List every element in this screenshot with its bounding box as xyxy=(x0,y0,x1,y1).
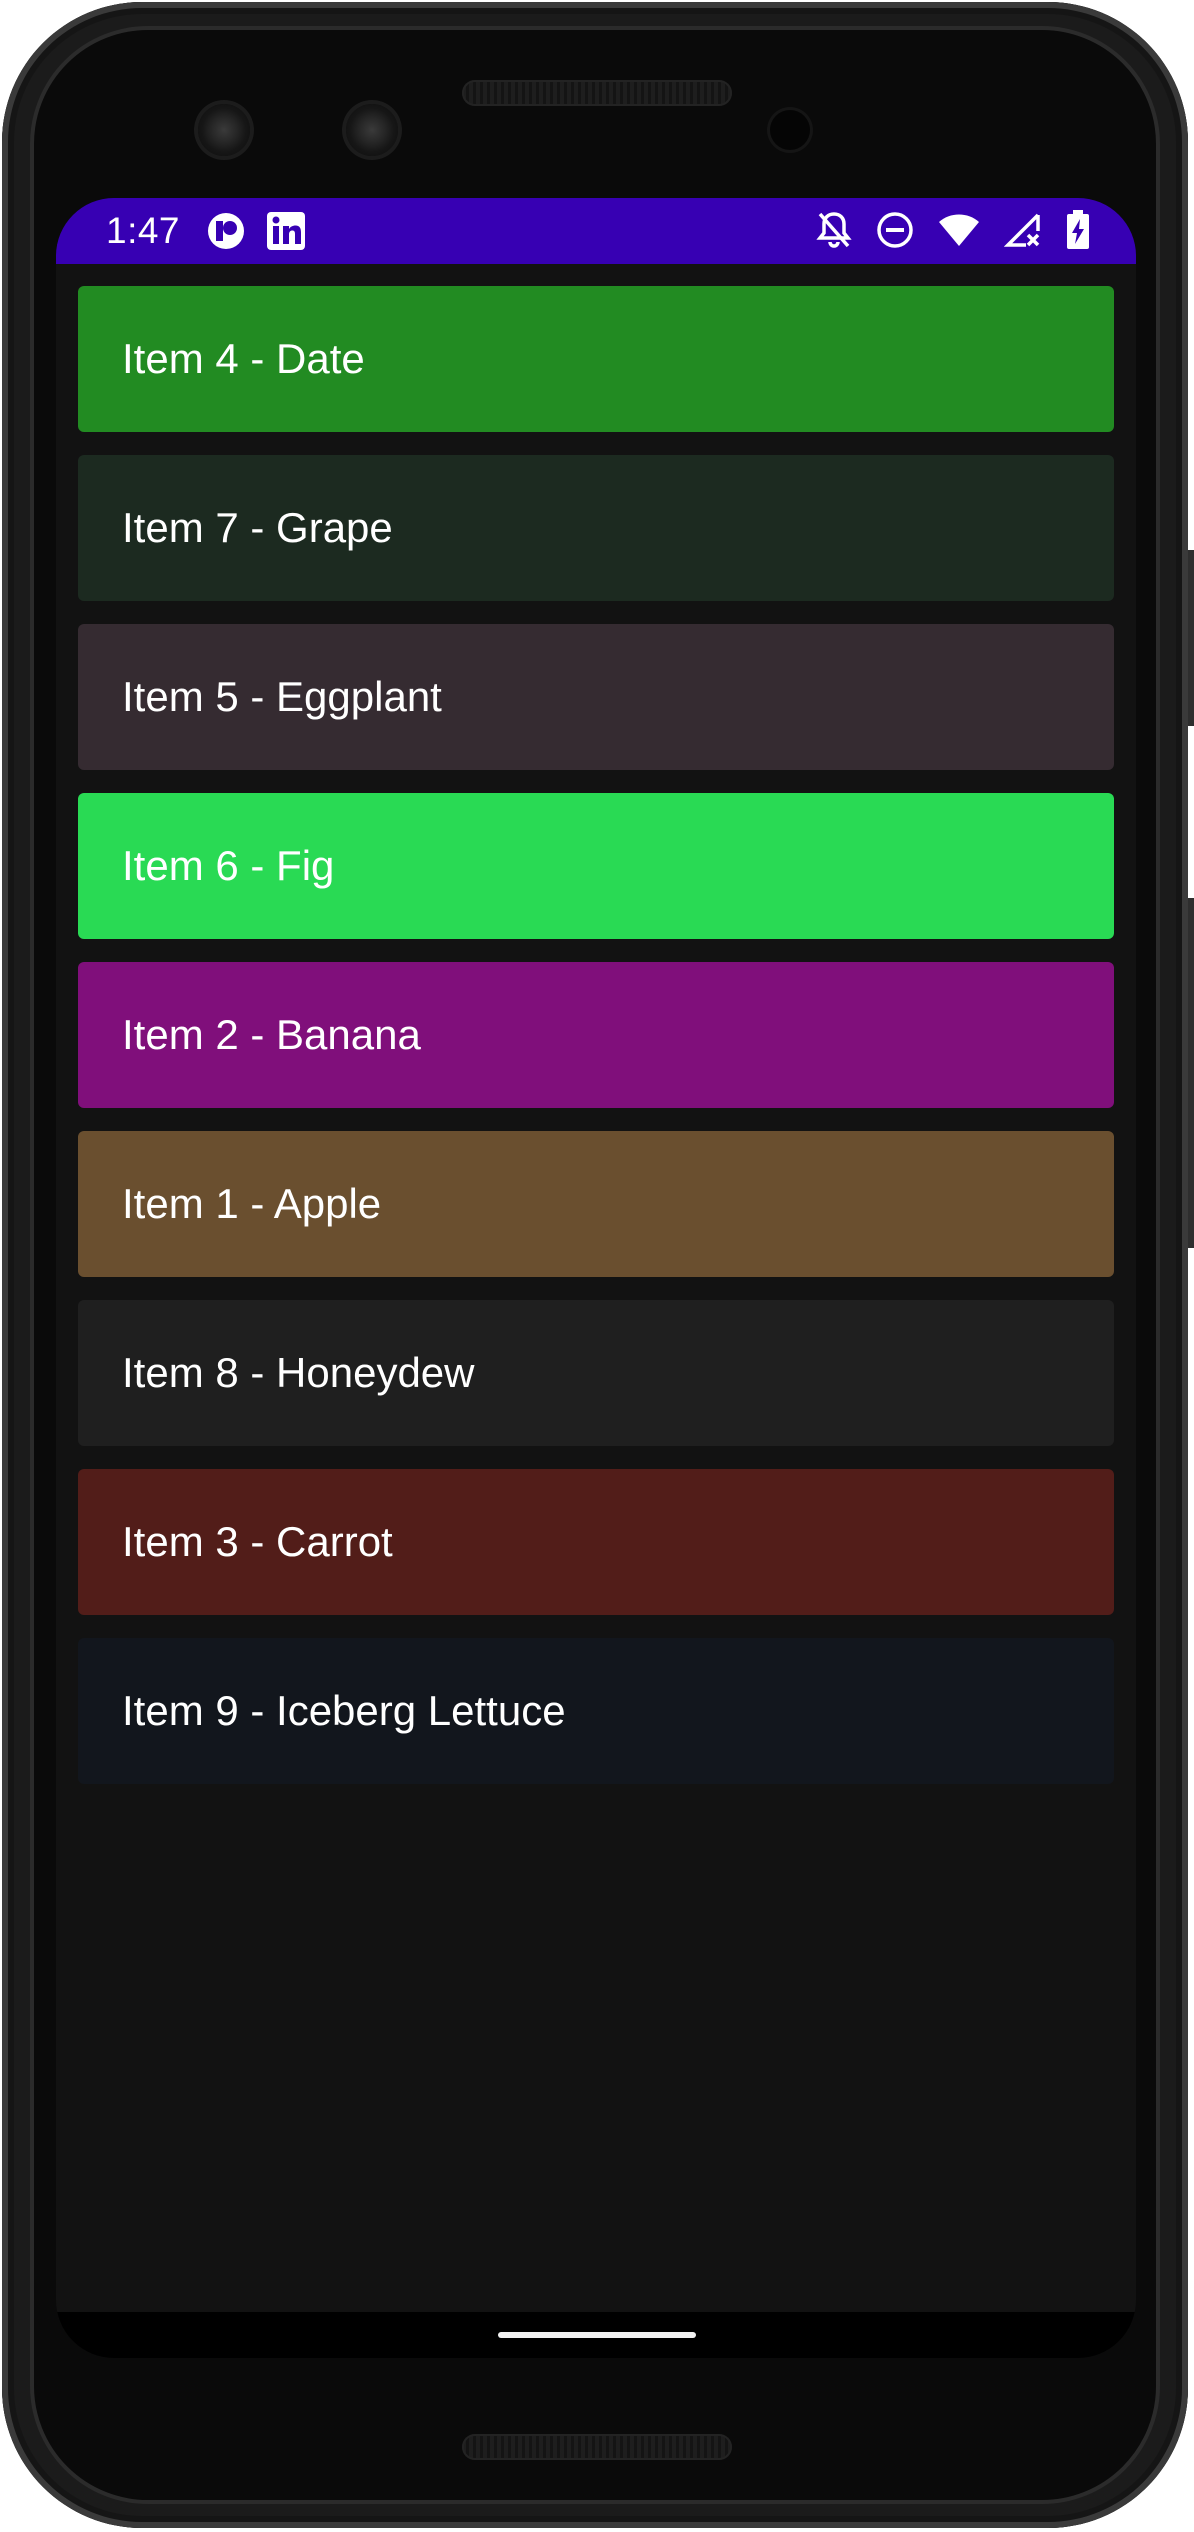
app-screen: 1:47 Item 4 - Date Item 7 - Grape Item 5… xyxy=(56,198,1136,2358)
bottom-speaker xyxy=(462,2434,732,2460)
list-item[interactable]: Item 4 - Date xyxy=(78,286,1114,432)
wifi-icon xyxy=(938,212,980,248)
status-time: 1:47 xyxy=(106,210,181,251)
list-item[interactable]: Item 2 - Banana xyxy=(78,962,1114,1108)
list-item[interactable]: Item 6 - Fig xyxy=(78,793,1114,939)
power-button xyxy=(1188,550,1194,726)
list-item-label: Item 4 - Date xyxy=(122,335,365,382)
status-right-icons xyxy=(816,210,1090,250)
phone-frame: 1:47 Item 4 - Date Item 7 - Grape Item 5… xyxy=(2,2,1194,2528)
no-signal-icon xyxy=(1004,211,1042,249)
volume-button xyxy=(1188,898,1194,1248)
home-indicator[interactable] xyxy=(498,2332,696,2338)
list-item-label: Item 5 - Eggplant xyxy=(122,673,442,720)
list-item[interactable]: Item 1 - Apple xyxy=(78,1131,1114,1277)
proximity-sensor xyxy=(770,110,810,150)
list-item-label: Item 9 - Iceberg Lettuce xyxy=(122,1687,566,1734)
notifications-off-icon xyxy=(816,210,852,250)
list-item-label: Item 8 - Honeydew xyxy=(122,1349,475,1396)
navigation-bar xyxy=(56,2312,1136,2358)
list-item[interactable]: Item 7 - Grape xyxy=(78,455,1114,601)
earpiece-speaker xyxy=(462,80,732,106)
list-item[interactable]: Item 3 - Carrot xyxy=(78,1469,1114,1615)
list-item-label: Item 6 - Fig xyxy=(122,842,335,889)
list-item-label: Item 7 - Grape xyxy=(122,504,393,551)
list-item[interactable]: Item 8 - Honeydew xyxy=(78,1300,1114,1446)
front-camera-icon xyxy=(198,104,250,156)
status-left-icons xyxy=(206,211,306,251)
list-item-label: Item 2 - Banana xyxy=(122,1011,421,1058)
linkedin-icon xyxy=(266,211,306,251)
list-item[interactable]: Item 9 - Iceberg Lettuce xyxy=(78,1638,1114,1784)
app-notification-icon xyxy=(206,211,246,251)
status-bar: 1:47 xyxy=(56,198,1136,264)
do-not-disturb-icon xyxy=(876,211,914,249)
battery-charging-icon xyxy=(1066,210,1090,250)
front-camera-icon xyxy=(346,104,398,156)
list-item-label: Item 1 - Apple xyxy=(122,1180,382,1227)
item-list[interactable]: Item 4 - Date Item 7 - Grape Item 5 - Eggp… xyxy=(78,286,1114,1807)
list-item-label: Item 3 - Carrot xyxy=(122,1518,393,1565)
list-item[interactable]: Item 5 - Eggplant xyxy=(78,624,1114,770)
